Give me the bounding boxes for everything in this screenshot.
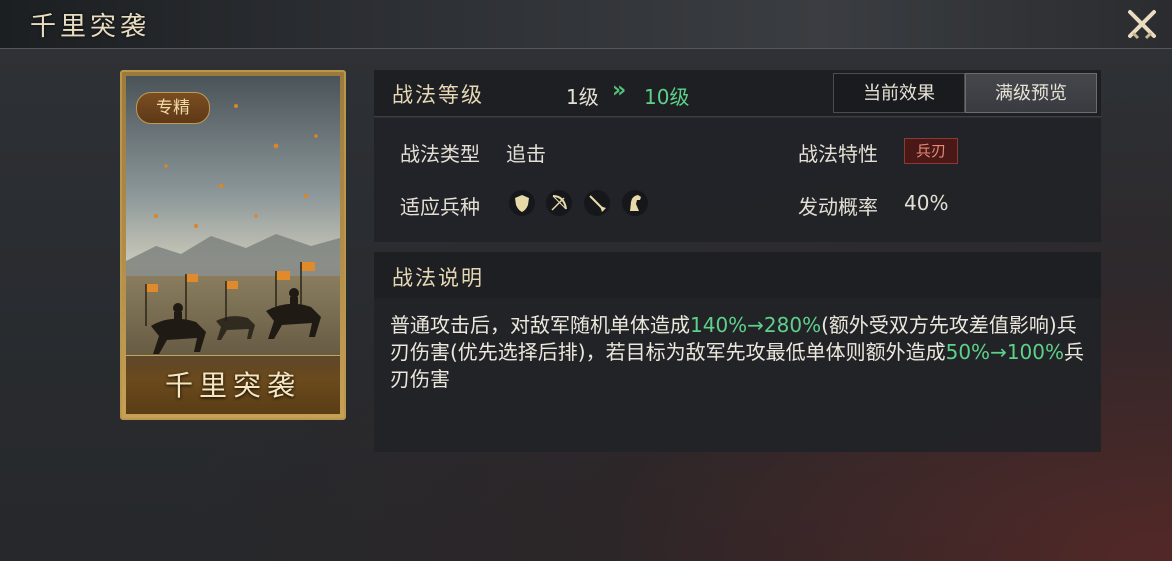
trait-tag: 兵刃 <box>904 138 958 164</box>
close-button[interactable] <box>1124 6 1160 42</box>
desc-highlight-2: 50%→100% <box>945 340 1064 364</box>
rate-value: 40% <box>904 191 949 215</box>
level-to: 10级 <box>644 85 690 109</box>
shield-icon <box>507 188 537 218</box>
trait-label: 战法特性 <box>798 142 878 166</box>
level-label: 战法等级 <box>392 83 484 107</box>
description-title: 战法说明 <box>392 266 484 290</box>
attributes-panel: 战法类型 追击 战法特性 兵刃 适应兵种 发动概率 40% <box>374 118 1101 242</box>
close-icon <box>1128 10 1156 40</box>
mastery-badge: 专精 <box>136 92 210 124</box>
skill-card: 专精 千里突袭 <box>120 70 346 420</box>
card-name-bar: 千里突袭 <box>126 355 340 414</box>
level-from: 1级 <box>566 85 599 109</box>
description-panel: 普通攻击后，对敌军随机单体造成140%→280%(额外受双方先攻差值影响)兵刃伤… <box>374 298 1101 452</box>
description-text: 普通攻击后，对敌军随机单体造成140%→280%(额外受双方先攻差值影响)兵刃伤… <box>390 312 1090 393</box>
type-label: 战法类型 <box>400 142 480 166</box>
description-header: 战法说明 <box>374 252 1101 298</box>
level-row: 战法等级 1级 » 10级 当前效果 满级预览 <box>374 70 1101 117</box>
horse-icon <box>620 188 650 218</box>
rate-label: 发动概率 <box>798 195 878 219</box>
spear-icon <box>582 188 612 218</box>
level-arrow-icon: » <box>612 78 627 103</box>
troop-label: 适应兵种 <box>400 195 480 219</box>
type-value: 追击 <box>506 142 546 166</box>
tab-current-effect[interactable]: 当前效果 <box>833 73 965 113</box>
card-artwork: 专精 千里突袭 <box>126 76 340 414</box>
desc-highlight-1: 140%→280% <box>690 313 822 337</box>
desc-part-1: 普通攻击后，对敌军随机单体造成 <box>390 313 690 337</box>
title-bar: 千里突袭 <box>0 0 1172 49</box>
tab-max-preview[interactable]: 满级预览 <box>965 73 1097 113</box>
page-title: 千里突袭 <box>30 12 151 42</box>
card-name: 千里突袭 <box>164 369 301 402</box>
bow-icon <box>544 188 574 218</box>
